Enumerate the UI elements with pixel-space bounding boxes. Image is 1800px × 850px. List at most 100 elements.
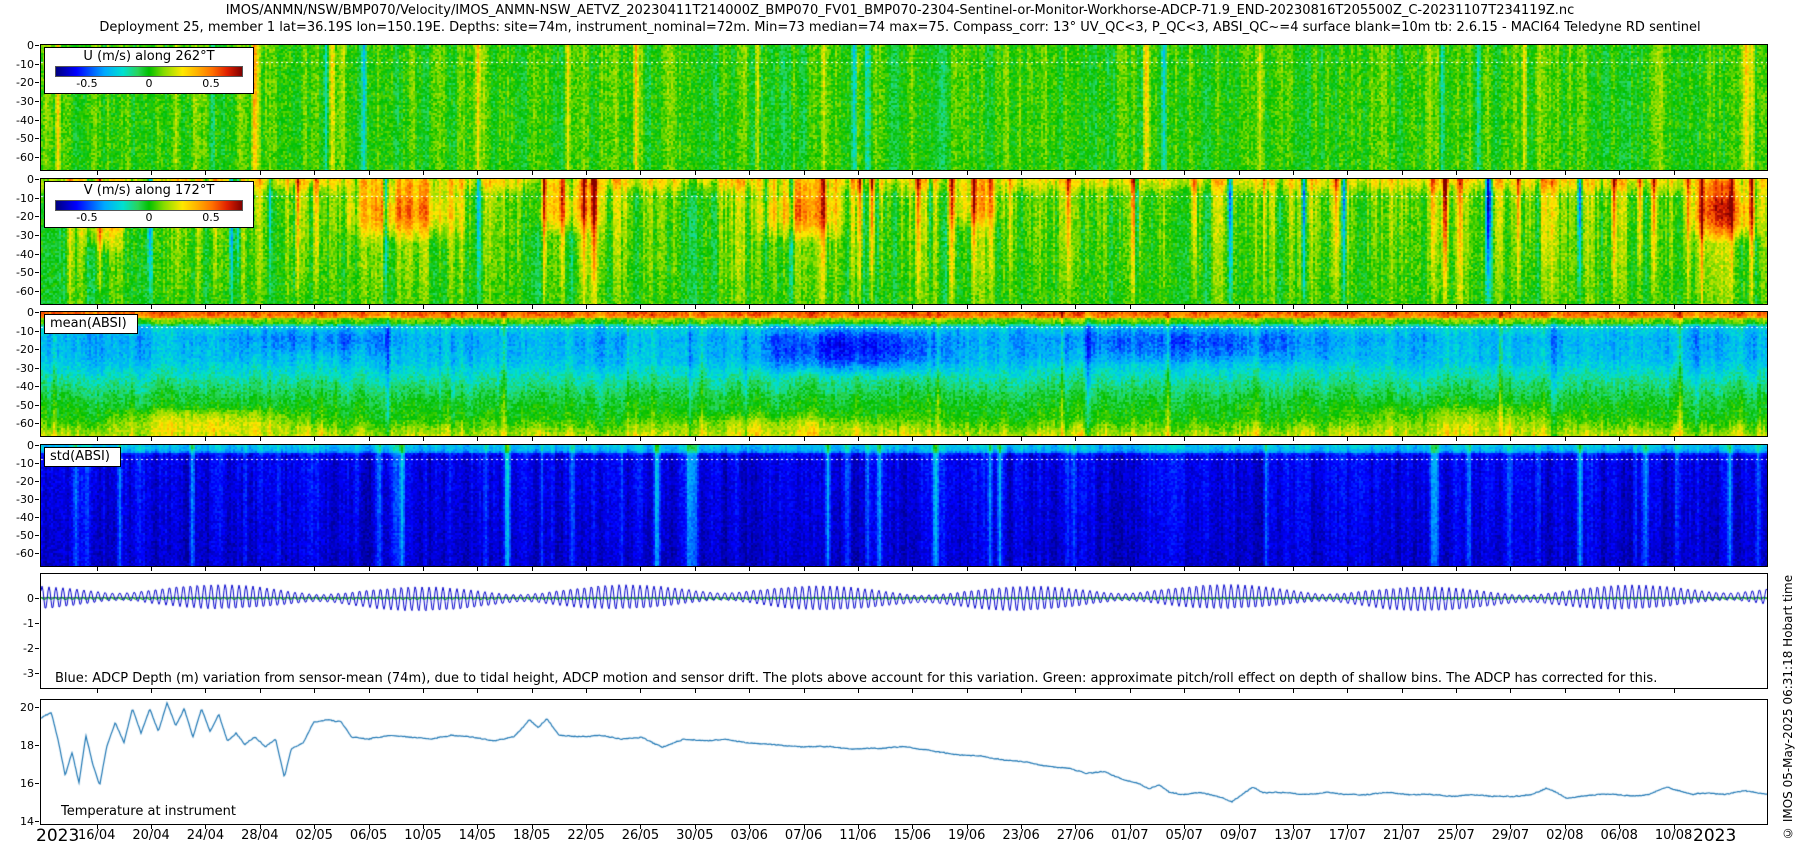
x-tick-mark	[1347, 825, 1348, 829]
y-tick-mark	[35, 179, 39, 180]
x-tick-mark	[97, 825, 98, 829]
x-tick-mark	[205, 305, 206, 309]
adcp-figure: IMOS/ANMN/NSW/BMP070/Velocity/IMOS_ANMN-…	[0, 0, 1800, 850]
std-absi-panel: std(ABSI)	[40, 444, 1768, 567]
x-tick-label: 07/06	[785, 828, 822, 843]
x-tick-mark	[1184, 689, 1185, 693]
x-tick-mark	[477, 689, 478, 693]
x-tick-mark	[314, 567, 315, 571]
x-tick-mark	[586, 437, 587, 441]
x-tick-label: 27/06	[1057, 828, 1094, 843]
x-tick-mark	[1347, 171, 1348, 175]
x-tick-mark	[1293, 305, 1294, 309]
mean-absi-label: mean(ABSI)	[44, 314, 138, 334]
x-tick-mark	[804, 171, 805, 175]
x-tick-mark	[1239, 305, 1240, 309]
x-tick-mark	[532, 305, 533, 309]
x-tick-mark	[1456, 171, 1457, 175]
x-tick-mark	[151, 567, 152, 571]
x-tick-mark	[695, 305, 696, 309]
x-tick-mark	[1402, 825, 1403, 829]
y-tick-label: -20	[0, 211, 34, 222]
x-tick-label: 01/07	[1111, 828, 1148, 843]
y-tick-label: -40	[0, 249, 34, 260]
x-tick-mark	[369, 171, 370, 175]
x-tick-mark	[151, 305, 152, 309]
x-tick-mark	[477, 825, 478, 829]
x-tick-mark	[1510, 171, 1511, 175]
u-velocity-heatmap	[41, 45, 1767, 170]
x-tick-mark	[1075, 567, 1076, 571]
x-tick-label: 17/07	[1329, 828, 1366, 843]
x-tick-label: 23/06	[1002, 828, 1039, 843]
y-tick-label: 0	[0, 40, 34, 51]
x-tick-mark	[1184, 825, 1185, 829]
x-tick-mark	[151, 171, 152, 175]
x-tick-mark	[423, 689, 424, 693]
x-tick-mark	[749, 689, 750, 693]
x-tick-mark	[369, 825, 370, 829]
x-tick-mark	[205, 689, 206, 693]
x-tick-mark	[260, 567, 261, 571]
y-tick-mark	[35, 216, 39, 217]
x-tick-mark	[205, 825, 206, 829]
x-tick-mark	[586, 825, 587, 829]
x-tick-mark	[1619, 437, 1620, 441]
y-tick-label: -30	[0, 96, 34, 107]
x-tick-mark	[314, 689, 315, 693]
y-tick-mark	[35, 120, 39, 121]
x-tick-mark	[804, 567, 805, 571]
x-tick-mark	[1239, 437, 1240, 441]
x-tick-mark	[1130, 171, 1131, 175]
y-tick-mark	[35, 331, 39, 332]
x-tick-mark	[1184, 567, 1185, 571]
y-tick-mark	[35, 707, 39, 708]
x-tick-mark	[1619, 567, 1620, 571]
copyright-watermark: © IMOS 05-May-2025 06:31:18 Hobart time	[1781, 548, 1795, 840]
y-tick-mark	[35, 648, 39, 649]
x-tick-mark	[477, 437, 478, 441]
x-tick-mark	[1347, 305, 1348, 309]
x-tick-mark	[640, 437, 641, 441]
x-tick-mark	[1402, 171, 1403, 175]
year-label-end: 2023	[1693, 826, 1736, 846]
x-tick-mark	[1184, 437, 1185, 441]
x-tick-mark	[1510, 825, 1511, 829]
x-tick-label: 10/05	[404, 828, 441, 843]
x-tick-mark	[1619, 689, 1620, 693]
u-colorbar-tick: 0.5	[202, 77, 220, 90]
x-tick-mark	[423, 825, 424, 829]
x-tick-mark	[1293, 171, 1294, 175]
y-tick-mark	[35, 349, 39, 350]
u-velocity-legend: U (m/s) along 262°T -0.5 0 0.5	[44, 47, 254, 94]
x-tick-mark	[967, 567, 968, 571]
y-tick-label: -10	[0, 458, 34, 469]
x-tick-label: 20/04	[132, 828, 169, 843]
y-tick-label: -1	[0, 618, 34, 629]
x-tick-mark	[1456, 567, 1457, 571]
y-tick-label: 0	[0, 440, 34, 451]
x-tick-label: 14/05	[459, 828, 496, 843]
y-tick-mark	[35, 499, 39, 500]
y-tick-label: -60	[0, 152, 34, 163]
v-colorbar-tick: 0.5	[202, 211, 220, 224]
x-tick-mark	[260, 689, 261, 693]
depth-variation-panel: Blue: ADCP Depth (m) variation from sens…	[40, 573, 1768, 689]
x-tick-mark	[97, 689, 98, 693]
y-tick-label: -50	[0, 530, 34, 541]
x-tick-mark	[1619, 171, 1620, 175]
y-tick-mark	[35, 745, 39, 746]
x-tick-mark	[967, 689, 968, 693]
x-tick-mark	[586, 567, 587, 571]
y-tick-label: 18	[0, 740, 34, 751]
x-tick-mark	[532, 567, 533, 571]
x-tick-mark	[749, 437, 750, 441]
x-tick-mark	[1347, 437, 1348, 441]
x-tick-mark	[858, 567, 859, 571]
x-tick-label: 02/08	[1546, 828, 1583, 843]
y-tick-mark	[35, 517, 39, 518]
x-tick-mark	[1293, 437, 1294, 441]
x-tick-mark	[477, 567, 478, 571]
u-velocity-panel: U (m/s) along 262°T -0.5 0 0.5	[40, 44, 1768, 171]
x-tick-label: 25/07	[1437, 828, 1474, 843]
